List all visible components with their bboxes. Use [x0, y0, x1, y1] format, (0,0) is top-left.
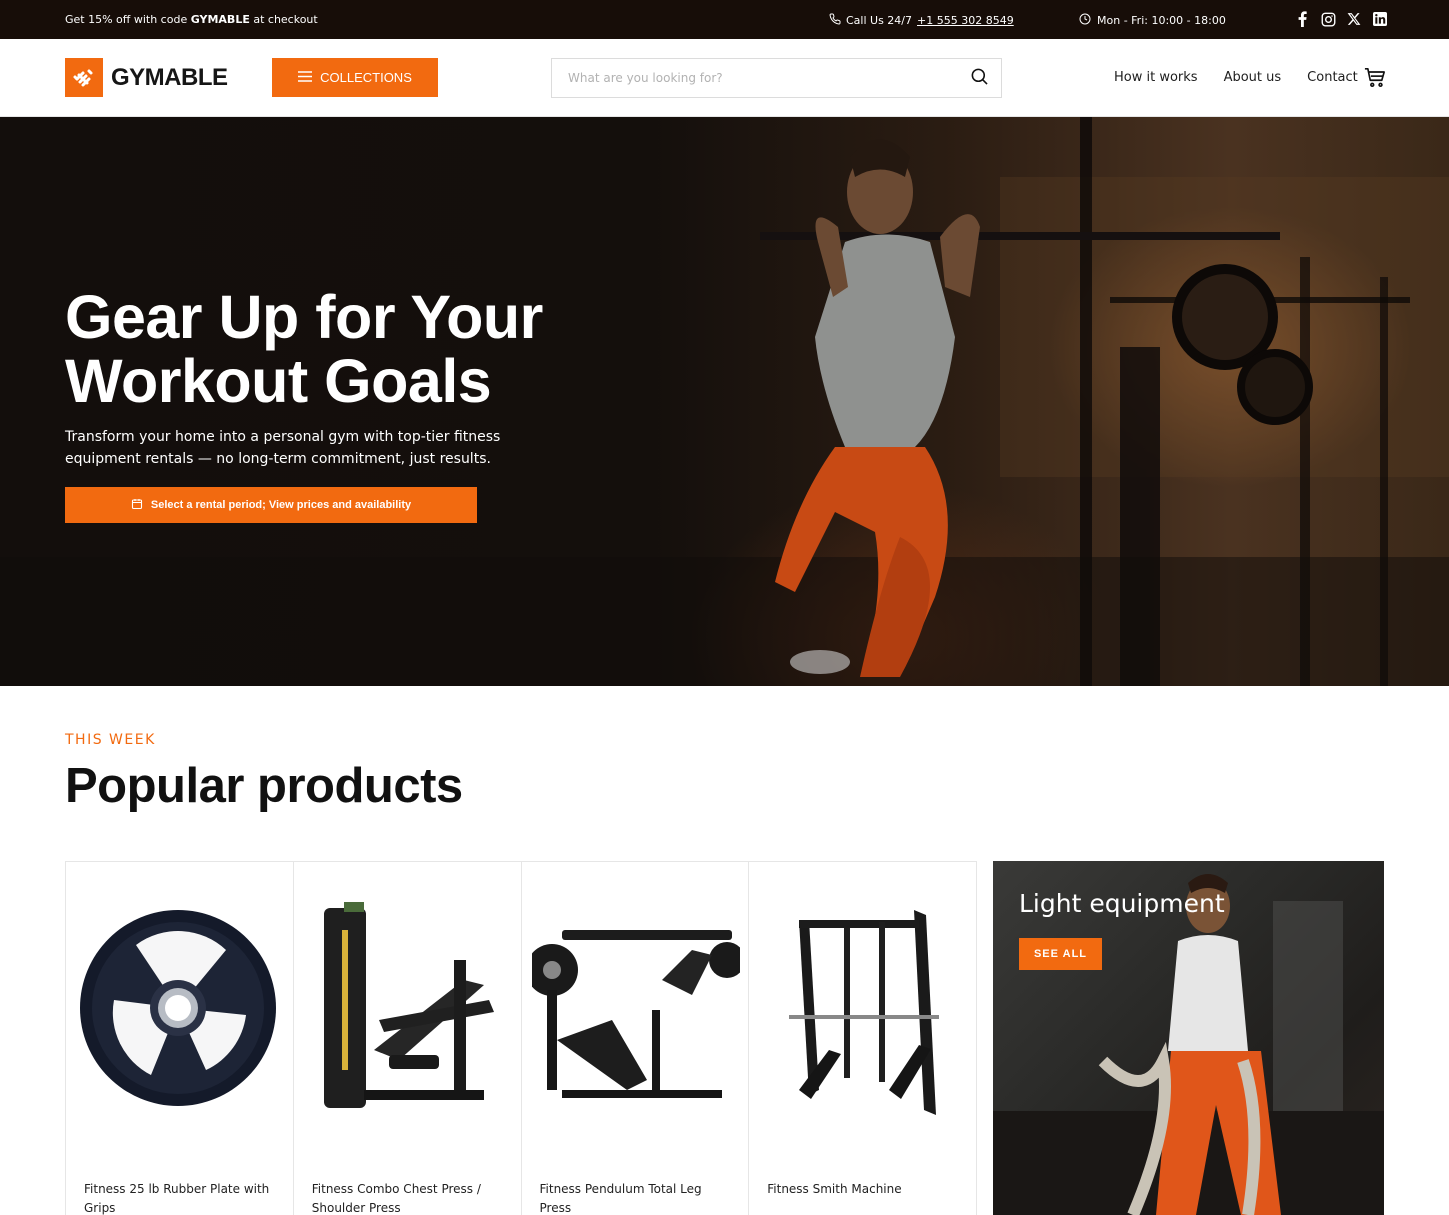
calendar-icon: [131, 498, 143, 513]
product-image-chest-press: [323, 902, 494, 1108]
phone-link[interactable]: +1 555 302 8549: [917, 14, 1014, 27]
hero-title-line-1: Gear Up for Your: [65, 283, 543, 351]
hero-title: Gear Up for Your Workout Goals: [65, 285, 543, 413]
main-nav: How it works About us Contact: [1114, 70, 1358, 85]
hero-subtitle: Transform your home into a personal gym …: [65, 429, 501, 467]
product-image-smith-machine: [789, 910, 940, 1115]
collections-button[interactable]: COLLECTIONS: [272, 58, 438, 97]
x-icon[interactable]: [1346, 11, 1362, 27]
facebook-icon[interactable]: [1294, 11, 1310, 27]
call-label: Call Us 24/7: [846, 14, 913, 27]
linkedin-icon[interactable]: [1372, 11, 1388, 27]
rental-period-button[interactable]: Select a rental period; View prices and …: [65, 487, 477, 523]
product-name[interactable]: Fitness Combo Chest Press / Shoulder Pre…: [312, 1180, 502, 1215]
light-equipment-tile[interactable]: Light equipment SEE ALL: [993, 861, 1384, 1215]
product-name[interactable]: Fitness Smith Machine: [767, 1180, 957, 1199]
business-hours: Mon - Fri: 10:00 - 18:00: [1079, 13, 1226, 28]
nav-about-us[interactable]: About us: [1224, 70, 1282, 85]
logo[interactable]: GYMABLE: [65, 58, 228, 97]
nav-how-it-works[interactable]: How it works: [1114, 70, 1198, 85]
menu-icon: [298, 70, 313, 85]
promo-code: GYMABLE: [190, 13, 250, 26]
hero-title-line-2: Workout Goals: [65, 347, 492, 415]
product-name[interactable]: Fitness 25 lb Rubber Plate with Grips: [84, 1180, 274, 1215]
promo-text: Get 15% off with code GYMABLE at checkou…: [65, 13, 318, 26]
search-icon[interactable]: [970, 67, 989, 90]
hours-text: Mon - Fri: 10:00 - 18:00: [1097, 14, 1226, 27]
product-image-leg-press: [531, 930, 740, 1098]
social-links: [1294, 11, 1388, 27]
see-all-button[interactable]: SEE ALL: [1019, 938, 1102, 970]
nav-contact[interactable]: Contact: [1307, 70, 1358, 85]
product-name[interactable]: Fitness Pendulum Total Leg Press: [540, 1180, 730, 1215]
site-header: GYMABLE COLLECTIONS How it works About u…: [0, 39, 1449, 117]
logo-text: GYMABLE: [111, 63, 228, 91]
hero-banner: Gear Up for Your Workout Goals Transform…: [0, 117, 1449, 686]
clock-icon: [1079, 13, 1091, 28]
collections-label: COLLECTIONS: [320, 70, 412, 85]
instagram-icon[interactable]: [1320, 11, 1336, 27]
phone-icon: [829, 13, 841, 28]
product-card[interactable]: Fitness Combo Chest Press / Shoulder Pre…: [294, 862, 522, 1215]
call-info: Call Us 24/7 +1 555 302 8549: [829, 13, 1014, 28]
section-title: Popular products: [65, 759, 463, 813]
section-eyebrow: THIS WEEK: [65, 732, 156, 748]
cart-icon[interactable]: [1364, 67, 1386, 92]
product-image-rubber-plate: [80, 910, 276, 1106]
product-card[interactable]: Fitness Pendulum Total Leg Press: [522, 862, 750, 1215]
promo-prefix: Get 15% off with code: [65, 13, 191, 26]
promo-tile-title: Light equipment: [1019, 889, 1225, 918]
product-grid: Fitness 25 lb Rubber Plate with Grips Fi…: [65, 861, 977, 1215]
search-bar: [551, 58, 1002, 98]
product-card[interactable]: Fitness 25 lb Rubber Plate with Grips: [66, 862, 294, 1215]
rental-period-label: Select a rental period; View prices and …: [150, 499, 412, 511]
announcement-bar: Get 15% off with code GYMABLE at checkou…: [0, 0, 1449, 39]
search-input[interactable]: [568, 71, 970, 85]
dumbbell-icon: [65, 58, 103, 97]
promo-suffix: at checkout: [249, 13, 318, 26]
product-card[interactable]: Fitness Smith Machine: [749, 862, 977, 1215]
